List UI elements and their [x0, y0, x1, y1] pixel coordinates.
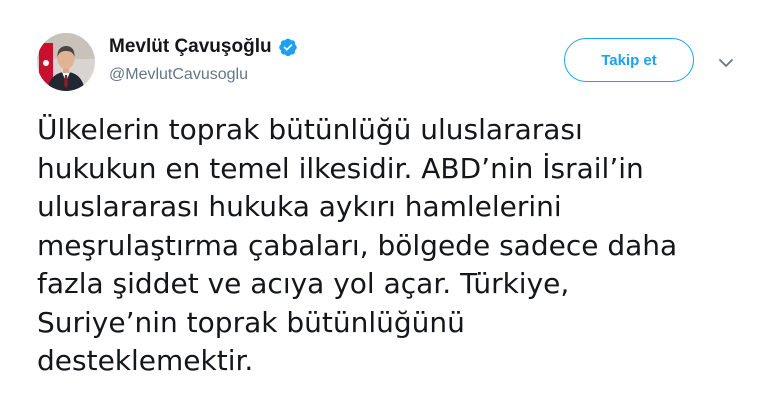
- tweet-text-line: desteklemektir.: [37, 344, 254, 377]
- tweet-text-line: Ülkelerin toprak bütünlüğü uluslararası: [37, 113, 583, 146]
- profile-photo-icon: [37, 33, 95, 91]
- tweet-text-line: Suriye’nin toprak bütünlüğünü: [37, 305, 465, 339]
- tweet-text-line: hukukun en temel ilkesidir. ABD’nin İsra…: [37, 151, 644, 185]
- author-handle[interactable]: @MevlutCavusoglu: [109, 65, 248, 85]
- chevron-down-icon: [719, 59, 733, 67]
- author-name-row: Mevlüt Çavuşoğlu: [109, 36, 298, 58]
- tweet-text-line: uluslararası hukuka aykırı hamlelerini: [37, 190, 562, 223]
- display-name[interactable]: Mevlüt Çavuşoğlu: [109, 36, 272, 58]
- tweet-text: Ülkelerin toprak bütünlüğü uluslararası …: [37, 111, 757, 381]
- tweet-text-line: fazla şiddet ve acıya yol açar. Türkiye,: [37, 267, 570, 300]
- avatar[interactable]: [37, 33, 95, 91]
- tweet-card: Mevlüt Çavuşoğlu @MevlutCavusoglu Takip …: [0, 0, 776, 401]
- verified-badge-icon: [278, 37, 298, 57]
- tweet-text-line: meşrulaştırma çabaları, bölgede sadece d…: [37, 228, 678, 262]
- more-options-button[interactable]: [712, 51, 740, 75]
- follow-button[interactable]: Takip et: [564, 38, 694, 82]
